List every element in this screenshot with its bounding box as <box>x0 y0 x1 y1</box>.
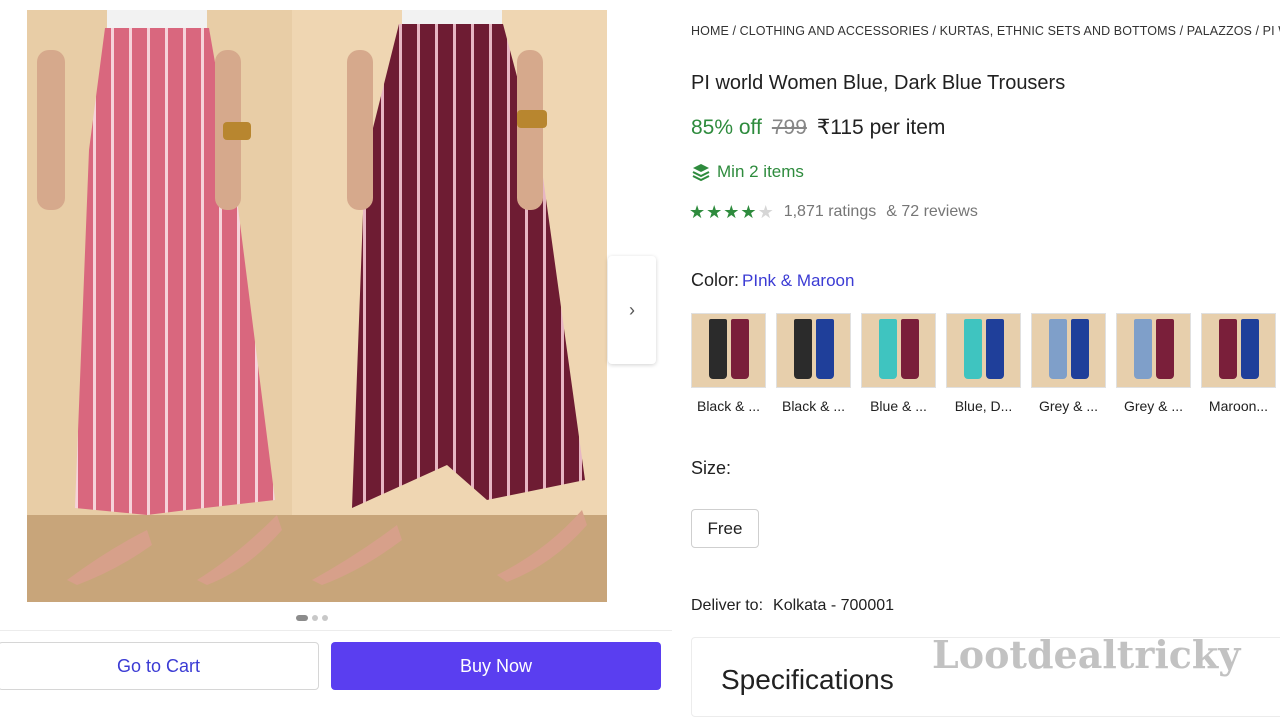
product-image[interactable] <box>27 10 607 602</box>
swatch-right-item <box>900 319 919 379</box>
deliver-label: Deliver to: <box>691 597 764 614</box>
watermark: Lootdealtricky <box>932 632 1241 677</box>
star-icon: ★ <box>706 202 723 222</box>
image-carousel-dots <box>296 615 328 621</box>
swatch-label: Black & ... <box>696 398 761 414</box>
go-to-cart-button[interactable]: Go to Cart <box>0 642 319 690</box>
swatch-thumbnail <box>946 313 1021 388</box>
star-icon: ★ <box>723 202 740 222</box>
divider <box>0 630 672 631</box>
breadcrumb: HOME / CLOTHING AND ACCESSORIES / KURTAS… <box>691 24 1280 38</box>
swatch-thumbnail <box>691 313 766 388</box>
swatch-left-item <box>963 319 982 379</box>
swatch-thumbnail <box>776 313 851 388</box>
carousel-dot[interactable] <box>312 615 318 621</box>
original-price: 799 <box>771 116 807 139</box>
color-swatch[interactable]: Black & ... <box>776 313 851 414</box>
product-photo <box>27 10 607 602</box>
swatch-thumbnail <box>1201 313 1276 388</box>
color-swatches: Black & ... Black & ... Blue & ... Blue, D.… <box>691 313 1276 414</box>
breadcrumb-home[interactable]: HOME <box>691 24 729 38</box>
color-label: Color: <box>691 270 740 290</box>
color-swatch[interactable]: Maroon... <box>1201 313 1276 414</box>
swatch-right-item <box>815 319 834 379</box>
swatch-label: Blue & ... <box>870 398 927 414</box>
rating-stars: ★ ★ ★ ★ ★ <box>689 203 774 221</box>
ratings-count[interactable]: 1,871 ratings <box>784 203 877 221</box>
discount-percent: 85% off <box>691 116 762 139</box>
swatch-left-item <box>708 319 727 379</box>
breadcrumb-palazzos[interactable]: PALAZZOS <box>1187 24 1252 38</box>
selected-color: PInk & Maroon <box>742 271 855 290</box>
rating-row: ★ ★ ★ ★ ★ 1,871 ratings & 72 reviews <box>689 203 978 221</box>
product-title: PI world Women Blue, Dark Blue Trousers <box>691 72 1066 94</box>
color-swatch[interactable]: Blue & ... <box>861 313 936 414</box>
chevron-right-icon: › <box>629 299 635 320</box>
color-section: Color: PInk & Maroon <box>691 270 854 291</box>
swatch-left-item <box>793 319 812 379</box>
buy-now-button[interactable]: Buy Now <box>331 642 661 690</box>
star-icon: ★ <box>757 202 774 222</box>
reviews-count[interactable]: & 72 reviews <box>886 203 978 221</box>
swatch-label: Black & ... <box>781 398 846 414</box>
min-items-note: Min 2 items <box>691 162 804 182</box>
swatch-left-item <box>1218 319 1237 379</box>
swatch-left-item <box>1048 319 1067 379</box>
swatch-left-item <box>878 319 897 379</box>
swatch-thumbnail <box>861 313 936 388</box>
specifications-title: Specifications <box>721 664 894 695</box>
color-swatch[interactable]: Grey & ... <box>1116 313 1191 414</box>
size-label: Size: <box>691 458 732 478</box>
selling-price: ₹115 per item <box>816 116 946 139</box>
swatch-thumbnail <box>1116 313 1191 388</box>
swatch-right-item <box>985 319 1004 379</box>
swatch-thumbnail <box>1031 313 1106 388</box>
swatch-label: Maroon... <box>1208 398 1269 414</box>
star-icon: ★ <box>689 202 706 222</box>
breadcrumb-clothing[interactable]: CLOTHING AND ACCESSORIES <box>740 24 929 38</box>
layers-icon <box>692 164 710 182</box>
carousel-dot[interactable] <box>296 615 308 621</box>
delivery-location[interactable]: Kolkata - 700001 <box>773 597 894 615</box>
swatch-left-item <box>1133 319 1152 379</box>
color-swatch[interactable]: Grey & ... <box>1031 313 1106 414</box>
breadcrumb-current[interactable]: PI WO <box>1263 24 1280 38</box>
swatch-label: Grey & ... <box>1123 398 1184 414</box>
carousel-dot[interactable] <box>322 615 328 621</box>
min-items-text: Min 2 items <box>717 162 804 181</box>
color-swatch[interactable]: Blue, D... <box>946 313 1021 414</box>
size-option-free[interactable]: Free <box>691 509 759 548</box>
swatch-right-item <box>1240 319 1259 379</box>
price-row: 85% off 799 ₹115 per item <box>691 115 945 140</box>
swatch-right-item <box>1155 319 1174 379</box>
delivery-row: Deliver to: Kolkata - 700001 <box>691 597 894 615</box>
breadcrumb-kurtas[interactable]: KURTAS, ETHNIC SETS AND BOTTOMS <box>940 24 1176 38</box>
swatch-label: Grey & ... <box>1038 398 1099 414</box>
swatch-right-item <box>730 319 749 379</box>
swatch-right-item <box>1070 319 1089 379</box>
color-swatch[interactable]: Black & ... <box>691 313 766 414</box>
swatch-label: Blue, D... <box>954 398 1013 414</box>
star-icon: ★ <box>740 202 757 222</box>
next-image-button[interactable]: › <box>608 256 656 364</box>
